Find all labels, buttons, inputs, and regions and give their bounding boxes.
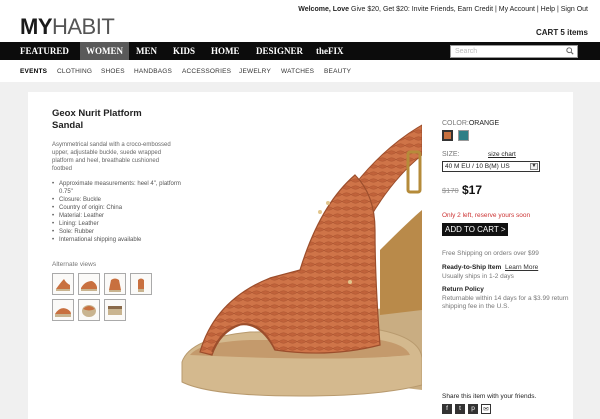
product-title: Geox Nurit Platform Sandal <box>52 108 142 131</box>
nav-men[interactable]: MEN <box>130 42 163 60</box>
utility-bar: Welcome, Love Give $20, Get $20: Invite … <box>298 6 588 13</box>
twitter-icon[interactable]: t <box>455 404 465 414</box>
logo-light: HABIT <box>52 14 115 39</box>
search-icon[interactable] <box>566 47 574 55</box>
cart-link[interactable]: CART 5 items <box>536 28 588 37</box>
sub-nav: EVENTS CLOTHING SHOES HANDBAGS ACCESSORI… <box>0 64 600 80</box>
thumbnail-3[interactable] <box>104 273 126 295</box>
size-selected-value: 40 M EU / 10 B(M) US <box>445 163 510 170</box>
detail-item: Approximate measurements: heel 4", platf… <box>52 180 182 196</box>
original-price: $170 <box>442 186 459 195</box>
thumbnail-2[interactable] <box>78 273 100 295</box>
subnav-watches[interactable]: WATCHES <box>281 68 314 75</box>
subnav-events[interactable]: EVENTS <box>20 68 47 75</box>
nav-kids[interactable]: KIDS <box>167 42 201 60</box>
logo[interactable]: MYHABIT <box>20 14 115 40</box>
learn-more-link[interactable]: Learn More <box>505 264 538 271</box>
subnav-shoes[interactable]: SHOES <box>101 68 125 75</box>
return-policy-text: Returnable within 14 days for a $3.99 re… <box>442 295 569 310</box>
alternate-views-label: Alternate views <box>52 261 97 268</box>
chevron-down-icon[interactable]: ▼ <box>530 163 538 170</box>
nav-featured[interactable]: FEATURED <box>14 42 75 60</box>
share-label: Share this item with your friends. <box>442 393 537 400</box>
nav-designer[interactable]: DESIGNER <box>250 42 309 60</box>
nav-women[interactable]: WOMEN <box>80 42 129 60</box>
utility-links[interactable]: Give $20, Get $20: Invite Friends, Earn … <box>351 6 588 13</box>
thumbnail-4[interactable] <box>130 273 152 295</box>
detail-item: Closure: Buckle <box>52 196 182 204</box>
sale-price: $17 <box>462 183 483 197</box>
product-description: Asymmetrical sandal with a croco-embosse… <box>52 142 171 172</box>
welcome-text: Welcome, Love <box>298 6 350 13</box>
subnav-clothing[interactable]: CLOTHING <box>57 68 92 75</box>
subnav-beauty[interactable]: BEAUTY <box>324 68 351 75</box>
product-image[interactable] <box>180 100 422 416</box>
color-label: COLOR:ORANGE <box>442 120 500 127</box>
main-nav: FEATURED WOMEN MEN KIDS HOME DESIGNER th… <box>0 42 600 60</box>
subnav-handbags[interactable]: HANDBAGS <box>134 68 172 75</box>
product-details: Approximate measurements: heel 4", platf… <box>52 180 182 244</box>
stock-warning: Only 2 left, reserve yours soon <box>442 212 531 219</box>
logo-bold: MY <box>20 14 53 39</box>
swatch-orange[interactable] <box>442 130 453 141</box>
ready-to-ship-sub: Usually ships in 1-2 days <box>442 273 514 280</box>
size-chart-link[interactable]: size chart <box>488 151 516 158</box>
thumbnail-6[interactable] <box>78 299 100 321</box>
nav-home[interactable]: HOME <box>205 42 246 60</box>
detail-item: Lining: Leather <box>52 220 182 228</box>
add-to-cart-button[interactable]: ADD TO CART > <box>442 223 508 236</box>
search-input[interactable]: Search <box>450 45 578 58</box>
shipping-info: Free Shipping on orders over $99 <box>442 250 539 257</box>
selected-color: ORANGE <box>468 120 500 127</box>
detail-item: Material: Leather <box>52 212 182 220</box>
return-policy-title: Return Policy <box>442 286 484 293</box>
nav-thefix[interactable]: theFIX <box>310 42 350 60</box>
ready-to-ship-title: Ready-to-Ship Item <box>442 264 502 271</box>
swatch-teal[interactable] <box>458 130 469 141</box>
email-icon[interactable]: ✉ <box>481 404 491 414</box>
thumbnail-1[interactable] <box>52 273 74 295</box>
detail-item: Country of origin: China <box>52 204 182 212</box>
subnav-accessories[interactable]: ACCESSORIES <box>182 68 231 75</box>
subnav-jewelry[interactable]: JEWELRY <box>239 68 271 75</box>
facebook-icon[interactable]: f <box>442 404 452 414</box>
detail-item: Sole: Rubber <box>52 228 182 236</box>
detail-item: International shipping available <box>52 236 182 244</box>
thumbnail-7[interactable] <box>104 299 126 321</box>
size-label: SIZE: <box>442 151 460 158</box>
pinterest-icon[interactable]: p <box>468 404 478 414</box>
size-select[interactable]: 40 M EU / 10 B(M) US ▼ <box>442 161 540 172</box>
thumbnail-5[interactable] <box>52 299 74 321</box>
